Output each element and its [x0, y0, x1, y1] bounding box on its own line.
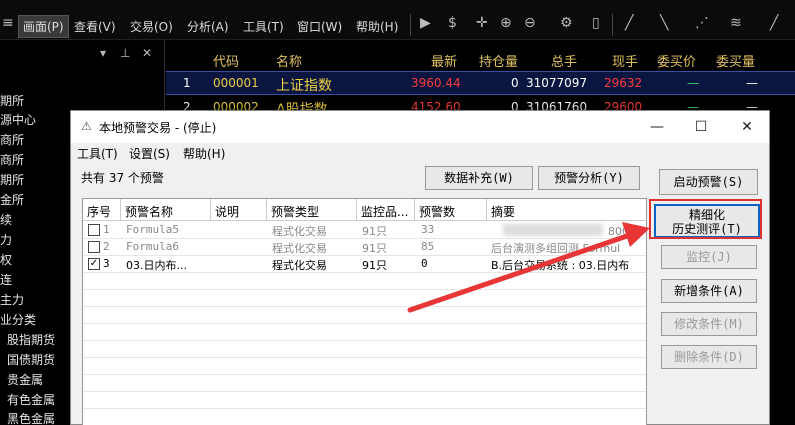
- annotation-arrow: [407, 222, 650, 313]
